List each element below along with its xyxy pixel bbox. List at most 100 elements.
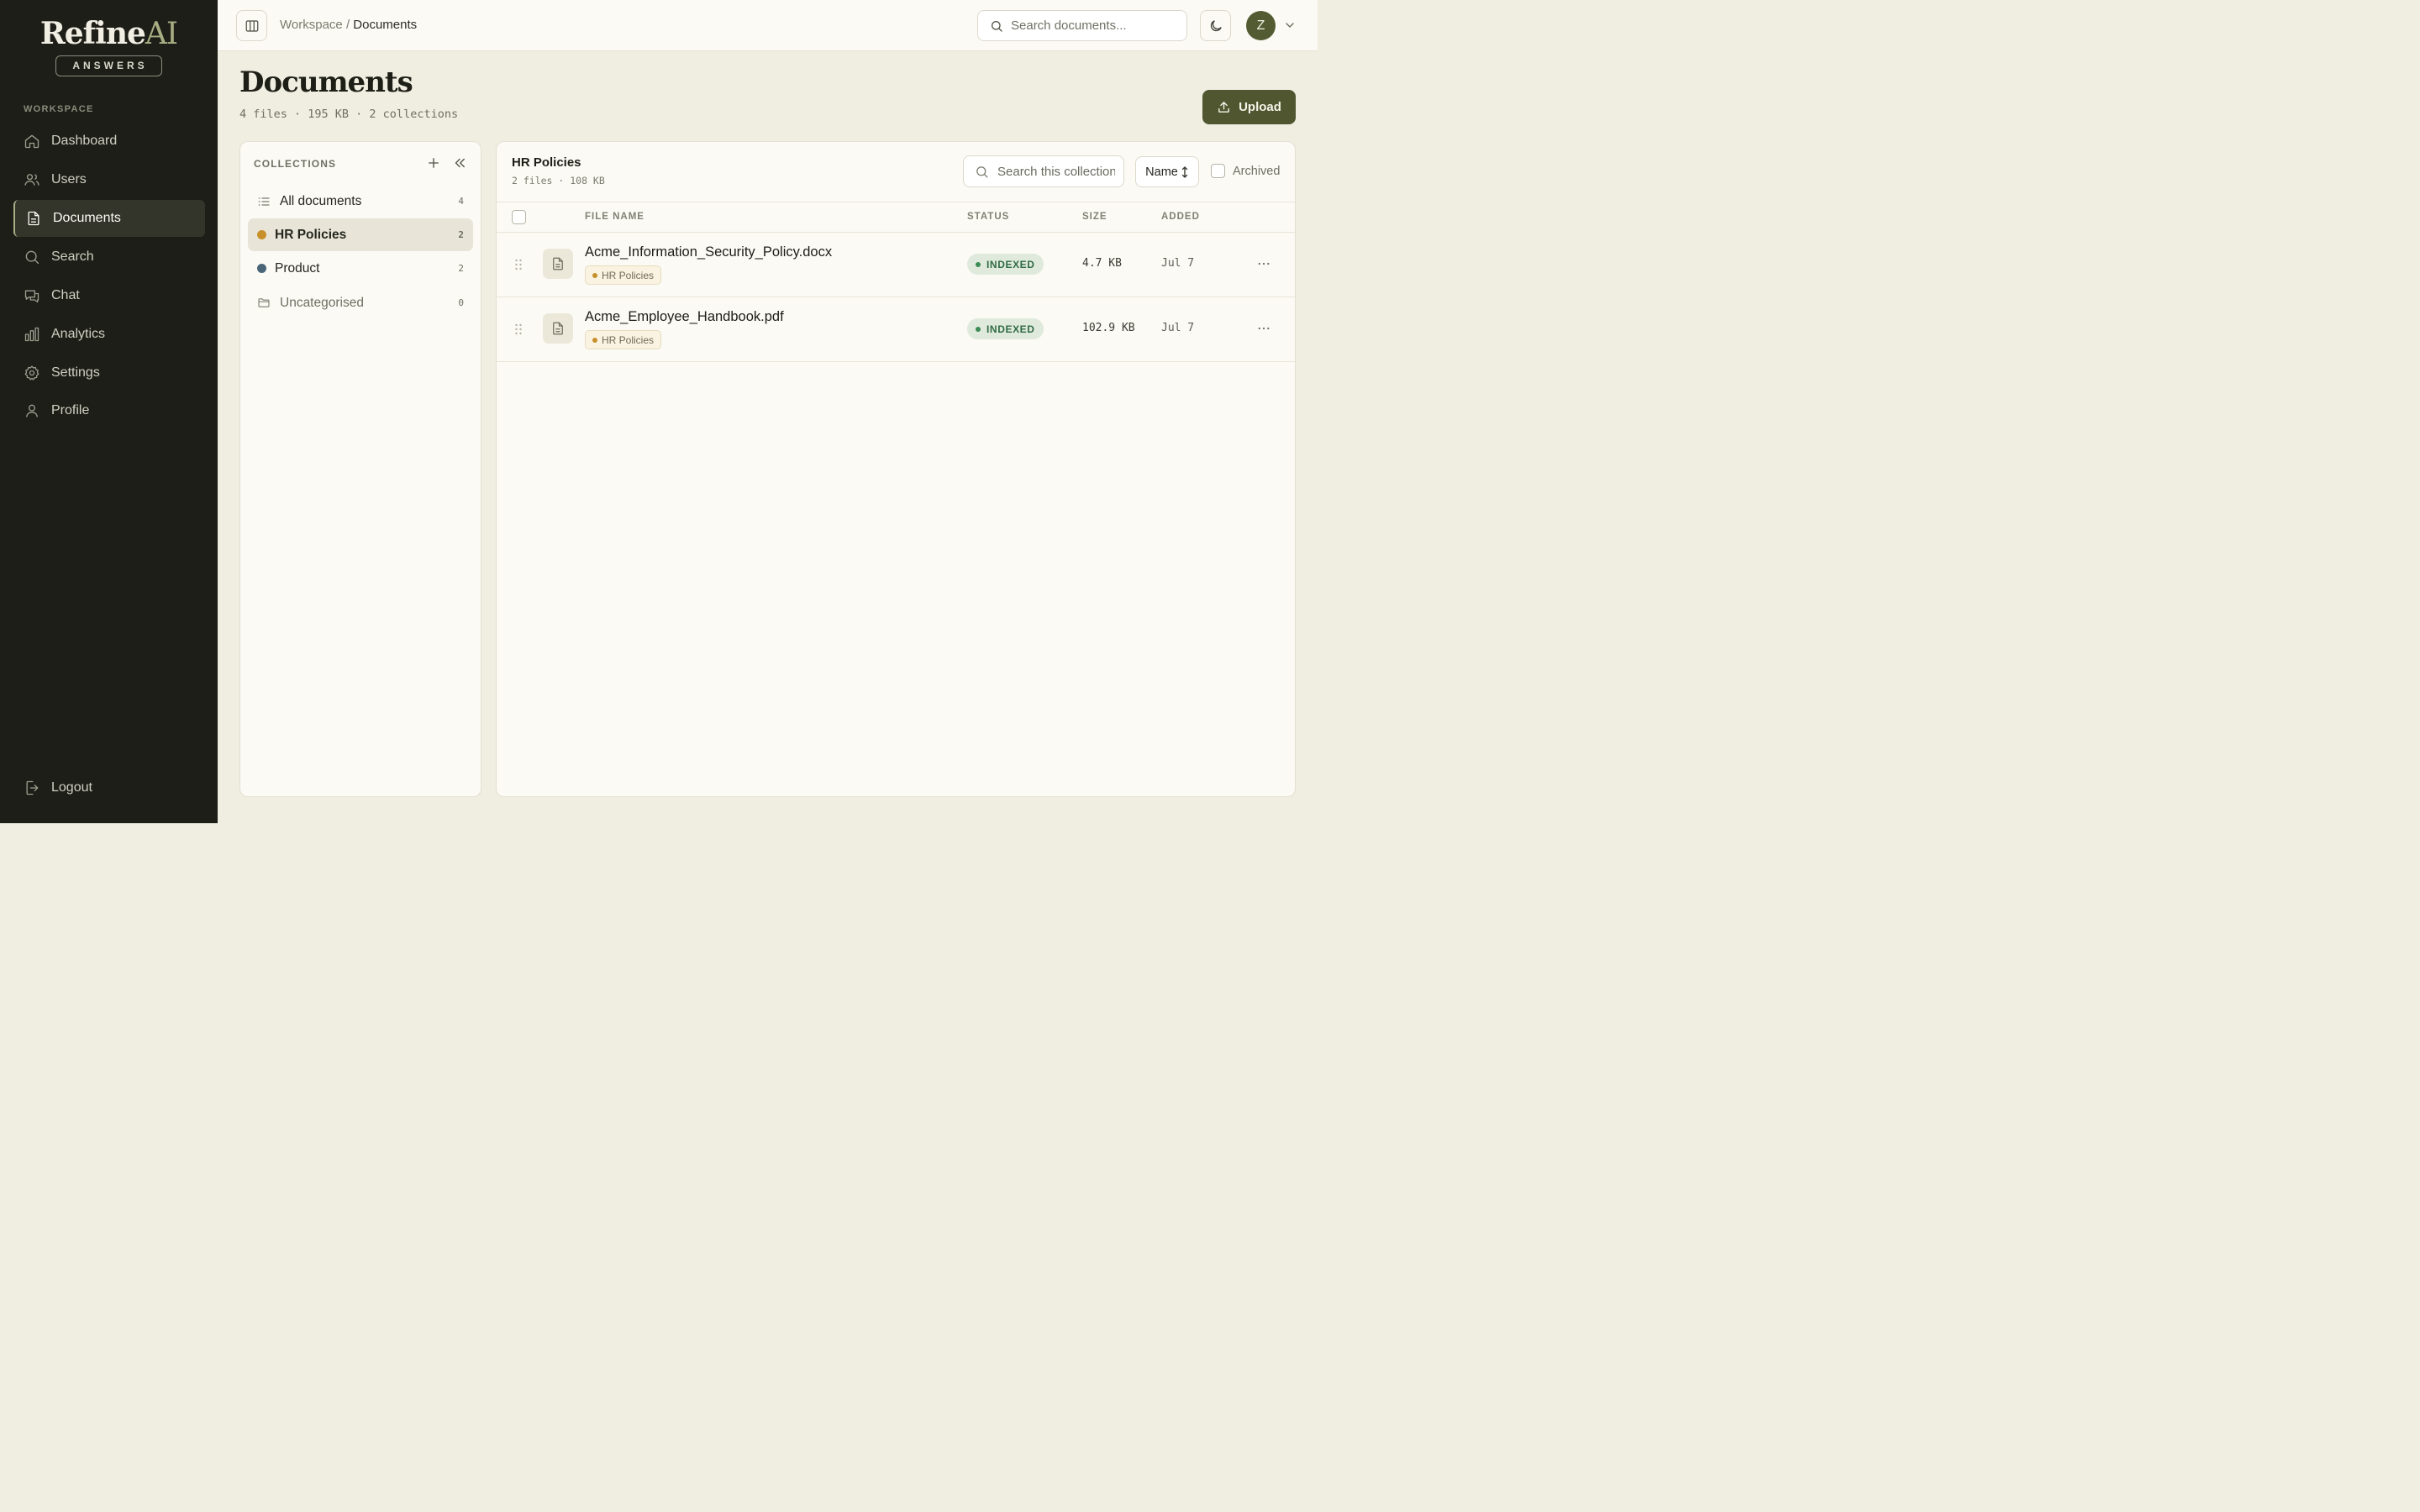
- chat-icon: [24, 287, 40, 304]
- file-name[interactable]: Acme_Information_Security_Policy.docx: [585, 244, 832, 260]
- global-search-input[interactable]: [1011, 18, 1179, 33]
- collections-panel: COLLECTIONS All documents 4 HR Policies …: [239, 141, 481, 797]
- collection-title: HR Policies: [512, 155, 581, 170]
- more-options-icon[interactable]: [1256, 321, 1271, 336]
- file-size: 102.9 KB: [1082, 322, 1135, 334]
- collection-color-dot: [257, 230, 266, 239]
- theme-toggle-button[interactable]: [1200, 10, 1231, 41]
- drag-handle-icon[interactable]: [513, 258, 523, 271]
- logo-main: Refine: [39, 16, 146, 51]
- status-badge: INDEXED: [967, 254, 1044, 275]
- sidebar-item-users[interactable]: Users: [13, 161, 205, 198]
- column-header-status[interactable]: STATUS: [967, 212, 1009, 222]
- collection-label: HR Policies: [275, 227, 347, 242]
- file-icon: [543, 249, 573, 279]
- column-header-file-name[interactable]: FILE NAME: [585, 212, 644, 222]
- sidebar-item-label: Users: [51, 172, 87, 186]
- archived-toggle[interactable]: Archived: [1211, 164, 1280, 178]
- sidebar-item-dashboard[interactable]: Dashboard: [13, 123, 205, 160]
- sidebar-item-label: Settings: [51, 365, 100, 380]
- sort-button[interactable]: Name: [1135, 156, 1199, 187]
- breadcrumb-separator: /: [345, 18, 350, 32]
- collection-search-input[interactable]: [997, 164, 1115, 179]
- sidebar-item-profile[interactable]: Profile: [13, 392, 205, 429]
- collection-count: 0: [458, 297, 464, 308]
- page-title: Documents: [239, 66, 413, 99]
- status-badge: INDEXED: [967, 318, 1044, 339]
- file-name[interactable]: Acme_Employee_Handbook.pdf: [585, 309, 784, 325]
- logout-label: Logout: [51, 780, 92, 795]
- bar-chart-icon: [24, 326, 40, 343]
- search-icon: [24, 249, 40, 265]
- status-label: INDEXED: [986, 323, 1035, 335]
- collection-tag-label: HR Policies: [602, 333, 655, 346]
- global-search[interactable]: [977, 10, 1187, 41]
- sidebar: RefineAI ANSWERS WORKSPACE Dashboard Use…: [0, 0, 218, 823]
- collection-search[interactable]: [963, 155, 1124, 187]
- logo-accent: AI: [145, 17, 178, 51]
- search-icon: [990, 19, 1003, 33]
- breadcrumb-current: Documents: [353, 18, 418, 32]
- logo[interactable]: RefineAI ANSWERS: [0, 15, 218, 76]
- collection-tag[interactable]: HR Policies: [585, 265, 662, 285]
- folder-icon: [257, 297, 271, 310]
- toggle-sidebar-button[interactable]: [236, 10, 267, 41]
- list-icon: [257, 195, 271, 208]
- sidebar-item-label: Search: [51, 249, 94, 264]
- collection-label: Product: [275, 260, 320, 276]
- chevron-down-icon[interactable]: [1283, 18, 1297, 32]
- logout-button[interactable]: Logout: [13, 769, 205, 806]
- file-icon: [543, 313, 573, 344]
- more-options-icon[interactable]: [1256, 256, 1271, 271]
- home-icon: [24, 133, 40, 150]
- table-row[interactable]: Acme_Employee_Handbook.pdf HR Policies I…: [497, 297, 1295, 362]
- status-label: INDEXED: [986, 258, 1035, 270]
- collections-header: COLLECTIONS: [254, 158, 337, 170]
- avatar[interactable]: Z: [1246, 11, 1276, 40]
- select-all-checkbox[interactable]: [512, 210, 526, 224]
- user-icon: [24, 402, 40, 419]
- column-header-size[interactable]: SIZE: [1082, 212, 1107, 222]
- archived-checkbox[interactable]: [1211, 164, 1225, 178]
- breadcrumb: Workspace / Documents: [280, 18, 417, 32]
- upload-icon: [1217, 100, 1239, 114]
- sidebar-item-label: Chat: [51, 288, 80, 302]
- collection-count: 2: [458, 229, 464, 240]
- sidebar-item-documents[interactable]: Documents: [13, 200, 205, 237]
- collection-count: 2: [458, 263, 464, 274]
- logo-badge: ANSWERS: [55, 55, 162, 76]
- collection-label: Uncategorised: [280, 295, 364, 310]
- collection-tag-label: HR Policies: [602, 269, 655, 281]
- collection-all-documents[interactable]: All documents 4: [248, 185, 473, 218]
- sidebar-item-settings[interactable]: Settings: [13, 354, 205, 391]
- add-collection-button[interactable]: [426, 155, 441, 171]
- sort-label: Name: [1145, 165, 1178, 179]
- drag-handle-icon[interactable]: [513, 323, 523, 336]
- search-icon: [975, 165, 989, 179]
- sidebar-item-label: Dashboard: [51, 134, 118, 148]
- breadcrumb-workspace[interactable]: Workspace: [280, 18, 343, 32]
- collapse-panel-button[interactable]: [452, 155, 467, 171]
- table-row[interactable]: Acme_Information_Security_Policy.docx HR…: [497, 233, 1295, 297]
- moon-icon: [1208, 18, 1223, 34]
- logout-icon: [24, 780, 40, 796]
- sidebar-item-analytics[interactable]: Analytics: [13, 316, 205, 353]
- tag-color-dot: [592, 337, 597, 343]
- collection-tag[interactable]: HR Policies: [585, 330, 662, 349]
- sidebar-item-label: Analytics: [51, 327, 106, 341]
- collection-uncategorised[interactable]: Uncategorised 0: [248, 286, 473, 319]
- collection-label: All documents: [280, 193, 362, 208]
- document-icon: [25, 210, 42, 227]
- gear-icon: [24, 365, 40, 381]
- collection-hr-policies[interactable]: HR Policies 2: [248, 218, 473, 251]
- column-header-added[interactable]: ADDED: [1161, 212, 1200, 222]
- status-dot: [976, 326, 981, 332]
- sidebar-item-search[interactable]: Search: [13, 239, 205, 276]
- sidebar-item-chat[interactable]: Chat: [13, 277, 205, 314]
- collection-summary: 2 files · 108 KB: [512, 175, 605, 186]
- collection-product[interactable]: Product 2: [248, 252, 473, 285]
- upload-button[interactable]: Upload: [1202, 90, 1296, 124]
- sidebar-item-label: Documents: [53, 211, 121, 225]
- archived-label: Archived: [1233, 164, 1281, 178]
- top-bar: Workspace / Documents Z: [218, 0, 1318, 51]
